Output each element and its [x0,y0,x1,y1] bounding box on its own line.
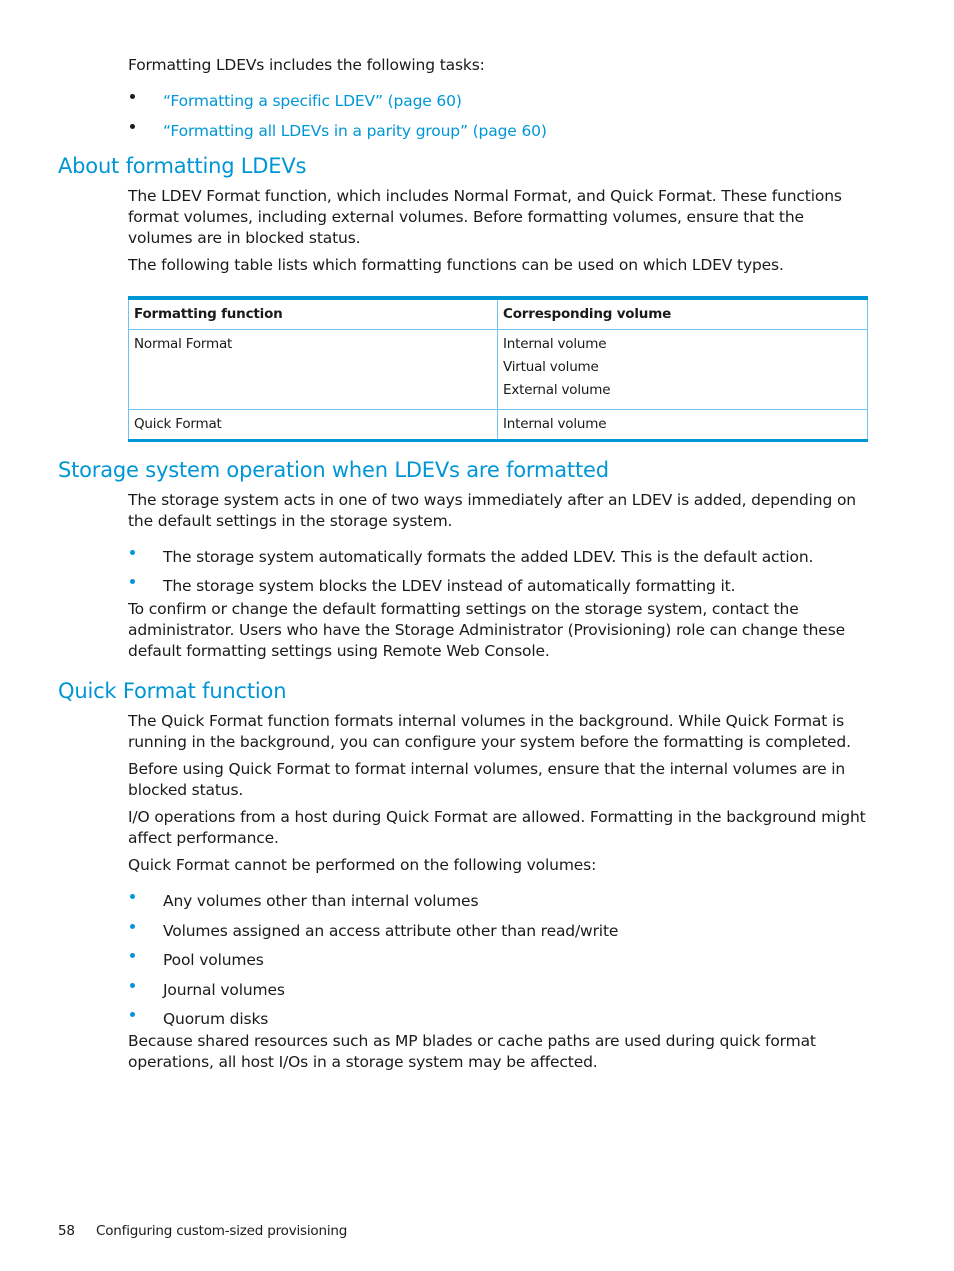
list-item-text: The storage system blocks the LDEV inste… [163,577,736,595]
paragraph: I/O operations from a host during Quick … [128,808,866,847]
section-heading-operation: Storage system operation when LDEVs are … [58,458,609,482]
list-item: Volumes assigned an access attribute oth… [128,915,873,942]
paragraph: The Quick Format function formats intern… [128,712,851,751]
volume-type: Virtual volume [503,359,599,375]
intro-text: Formatting LDEVs includes the following … [128,56,485,74]
table-row: Quick Format Internal volume [128,409,868,441]
bullet-icon [128,85,163,106]
bullet-icon [128,974,163,995]
bullet-icon [128,885,163,906]
chapter-title: Configuring custom-sized provisioning [96,1223,348,1239]
cell-function: Quick Format [128,409,498,441]
bullet-icon [128,915,163,936]
column-header-function: Formatting function [128,298,498,330]
link-formatting-all-ldevs-parity-group[interactable]: “Formatting all LDEVs in a parity group”… [163,121,547,142]
list-item-text: The storage system automatically formats… [163,548,814,566]
paragraph: Quick Format cannot be performed on the … [128,856,597,874]
bullet-icon [128,115,163,136]
bullet-icon [128,570,163,591]
volume-type: External volume [503,382,611,398]
paragraph: The storage system acts in one of two wa… [128,491,856,530]
volume-type: Internal volume [503,336,607,352]
paragraph: To confirm or change the default formatt… [128,600,846,660]
list-item: The storage system automatically formats… [128,541,873,568]
list-item-text: Any volumes other than internal volumes [163,892,479,910]
bullet-icon [128,1003,163,1024]
list-item: The storage system blocks the LDEV inste… [128,570,873,597]
list-item: Quorum disks [128,1003,873,1030]
link-formatting-specific-ldev[interactable]: “Formatting a specific LDEV” (page 60) [163,91,462,112]
paragraph: Before using Quick Format to format inte… [128,760,846,799]
cell-volumes: Internal volume [497,409,868,441]
function-name: Normal Format [134,336,233,352]
document-page: Formatting LDEVs includes the following … [0,0,954,1271]
section-heading-about: About formatting LDEVs [58,154,307,178]
paragraph: The following table lists which formatti… [128,256,784,274]
paragraph: The LDEV Format function, which includes… [128,187,842,247]
list-item-text: Pool volumes [163,951,264,969]
section-heading-quick-format: Quick Format function [58,679,287,703]
table-header-row: Formatting function Corresponding volume [128,298,868,330]
list-item: Journal volumes [128,974,873,1001]
cell-function: Normal Format [128,329,498,410]
bullet-icon [128,541,163,562]
list-item-text: Quorum disks [163,1010,269,1028]
list-item-text: Journal volumes [163,981,285,999]
list-item: Pool volumes [128,944,873,971]
paragraph: Because shared resources such as MP blad… [128,1032,816,1071]
column-header-volume: Corresponding volume [497,298,868,330]
cell-volumes: Internal volume Virtual volume External … [497,329,868,410]
bullet-icon [128,944,163,965]
list-item-text: Volumes assigned an access attribute oth… [163,922,619,940]
formatting-functions-table: Formatting function Corresponding volume… [128,296,868,442]
page-footer: 58 Configuring custom-sized provisioning [58,1223,347,1239]
link-list-item: “Formatting a specific LDEV” (page 60) [128,85,873,112]
table-row: Normal Format Internal volume Virtual vo… [128,329,868,410]
list-item: Any volumes other than internal volumes [128,885,873,912]
link-list-item: “Formatting all LDEVs in a parity group”… [128,115,873,142]
page-number: 58 [58,1223,75,1239]
